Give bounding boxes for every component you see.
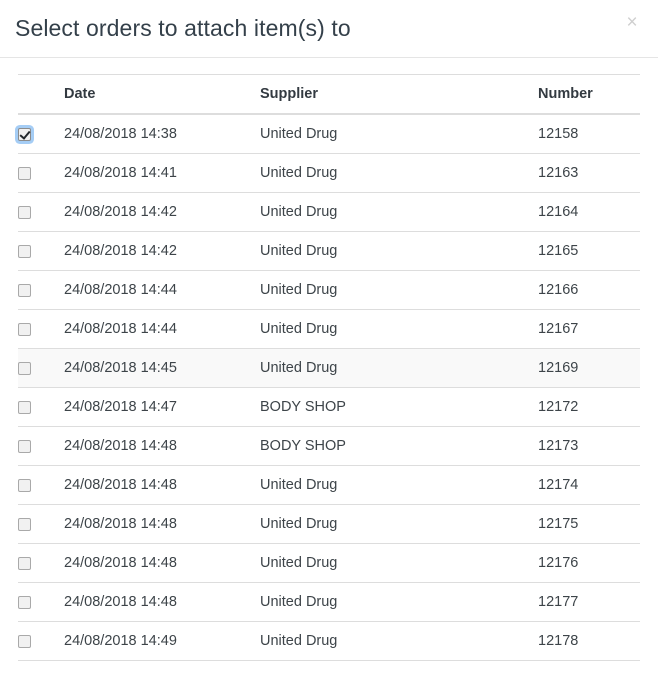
cell-date: 24/08/2018 14:48 xyxy=(64,543,260,583)
checkbox-unchecked[interactable] xyxy=(18,439,31,453)
cell-supplier: United Drug xyxy=(260,543,538,583)
row-select-cell[interactable] xyxy=(18,387,64,427)
table-row[interactable]: 24/08/2018 14:38 United Drug 12158 xyxy=(18,114,640,154)
checkbox-unchecked[interactable] xyxy=(18,400,31,414)
cell-number: 12169 xyxy=(538,348,640,388)
row-select-cell[interactable] xyxy=(18,504,64,544)
column-header-date[interactable]: Date xyxy=(64,74,260,115)
cell-date: 24/08/2018 14:42 xyxy=(64,192,260,232)
cell-number: 12163 xyxy=(538,153,640,193)
row-select-cell[interactable] xyxy=(18,153,64,193)
table-header: Date Supplier Number xyxy=(18,74,640,115)
cell-number: 12173 xyxy=(538,426,640,466)
cell-date: 24/08/2018 14:48 xyxy=(64,465,260,505)
row-select-cell[interactable] xyxy=(18,309,64,349)
table-row[interactable]: 24/08/2018 14:48 United Drug 12175 xyxy=(18,504,640,544)
select-orders-modal: Select orders to attach item(s) to × Dat… xyxy=(0,0,658,681)
orders-table: Date Supplier Number 24/08/2018 14:38 Uni… xyxy=(18,74,640,661)
table-row[interactable]: 24/08/2018 14:48 United Drug 12174 xyxy=(18,465,640,505)
checkbox-unchecked[interactable] xyxy=(18,517,31,531)
row-select-cell[interactable] xyxy=(18,348,64,388)
cell-number: 12174 xyxy=(538,465,640,505)
cell-number: 12178 xyxy=(538,621,640,661)
checkbox-unchecked[interactable] xyxy=(18,361,31,375)
cell-date: 24/08/2018 14:41 xyxy=(64,153,260,193)
row-select-cell[interactable] xyxy=(18,231,64,271)
table-row[interactable]: 24/08/2018 14:48 BODY SHOP 12173 xyxy=(18,426,640,466)
cell-number: 12167 xyxy=(538,309,640,349)
cell-date: 24/08/2018 14:48 xyxy=(64,426,260,466)
cell-number: 12175 xyxy=(538,504,640,544)
checkbox-unchecked[interactable] xyxy=(18,595,31,609)
cell-supplier: BODY SHOP xyxy=(260,426,538,466)
checkbox-unchecked[interactable] xyxy=(18,556,31,570)
cell-number: 12177 xyxy=(538,582,640,622)
cell-number: 12158 xyxy=(538,126,579,142)
cell-supplier: United Drug xyxy=(260,582,538,622)
cell-date: 24/08/2018 14:47 xyxy=(64,387,260,427)
cell-date: 24/08/2018 14:44 xyxy=(64,309,260,349)
checkbox-unchecked[interactable] xyxy=(18,478,31,492)
column-header-supplier[interactable]: Supplier xyxy=(260,74,538,115)
table-header-row: Date Supplier Number xyxy=(18,74,640,115)
cell-supplier: United Drug xyxy=(260,621,538,661)
cell-supplier: United Drug xyxy=(260,126,338,142)
cell-supplier: United Drug xyxy=(260,309,538,349)
row-select-cell[interactable] xyxy=(18,582,64,622)
cell-date: 24/08/2018 14:48 xyxy=(64,582,260,622)
cell-supplier: United Drug xyxy=(260,231,538,271)
table-row[interactable]: 24/08/2018 14:48 United Drug 12176 xyxy=(18,543,640,583)
checkbox-unchecked[interactable] xyxy=(18,634,31,648)
cell-date: 24/08/2018 14:38 xyxy=(64,126,177,142)
modal-body: Date Supplier Number 24/08/2018 14:38 Uni… xyxy=(0,58,658,661)
checkbox-unchecked[interactable] xyxy=(18,166,31,180)
cell-number: 12166 xyxy=(538,270,640,310)
table-body: 24/08/2018 14:38 United Drug 12158 24/08/20… xyxy=(18,114,640,661)
table-row[interactable]: 24/08/2018 14:44 United Drug 12167 xyxy=(18,309,640,349)
cell-date: 24/08/2018 14:49 xyxy=(64,621,260,661)
close-icon[interactable]: × xyxy=(621,12,643,34)
row-select-cell[interactable] xyxy=(18,465,64,505)
table-row[interactable]: 24/08/2018 14:44 United Drug 12166 xyxy=(18,270,640,310)
cell-date: 24/08/2018 14:45 xyxy=(64,348,260,388)
checkbox-unchecked[interactable] xyxy=(18,244,31,258)
row-select-cell[interactable] xyxy=(18,543,64,583)
row-select-cell[interactable] xyxy=(18,270,64,310)
cell-supplier: United Drug xyxy=(260,153,538,193)
checkbox-unchecked[interactable] xyxy=(18,205,31,219)
table-row[interactable]: 24/08/2018 14:42 United Drug 12165 xyxy=(18,231,640,271)
checkbox-checked[interactable] xyxy=(18,127,31,141)
cell-supplier: United Drug xyxy=(260,192,538,232)
cell-date: 24/08/2018 14:44 xyxy=(64,270,260,310)
checkbox-unchecked[interactable] xyxy=(18,283,31,297)
cell-supplier: United Drug xyxy=(260,465,538,505)
cell-number: 12165 xyxy=(538,231,640,271)
checkbox-unchecked[interactable] xyxy=(18,322,31,336)
table-row[interactable]: 24/08/2018 14:45 United Drug 12169 xyxy=(18,348,640,388)
table-row[interactable]: 24/08/2018 14:41 United Drug 12163 xyxy=(18,153,640,193)
cell-number: 12176 xyxy=(538,543,640,583)
table-row[interactable]: 24/08/2018 14:48 United Drug 12177 xyxy=(18,582,640,622)
cell-number: 12164 xyxy=(538,192,640,232)
column-header-select xyxy=(18,74,64,115)
row-select-cell[interactable] xyxy=(18,192,64,232)
column-header-number[interactable]: Number xyxy=(538,74,640,115)
cell-date: 24/08/2018 14:42 xyxy=(64,231,260,271)
table-row[interactable]: 24/08/2018 14:42 United Drug 12164 xyxy=(18,192,640,232)
cell-supplier: United Drug xyxy=(260,504,538,544)
row-select-cell[interactable] xyxy=(18,621,64,661)
cell-supplier: United Drug xyxy=(260,348,538,388)
cell-supplier: United Drug xyxy=(260,270,538,310)
page-title: Select orders to attach item(s) to xyxy=(15,15,351,41)
cell-supplier: BODY SHOP xyxy=(260,387,538,427)
cell-date: 24/08/2018 14:48 xyxy=(64,504,260,544)
modal-header: Select orders to attach item(s) to × xyxy=(0,0,658,58)
cell-number: 12172 xyxy=(538,387,640,427)
table-row[interactable]: 24/08/2018 14:47 BODY SHOP 12172 xyxy=(18,387,640,427)
row-select-cell[interactable] xyxy=(18,114,64,154)
table-row[interactable]: 24/08/2018 14:49 United Drug 12178 xyxy=(18,621,640,661)
row-select-cell[interactable] xyxy=(18,426,64,466)
